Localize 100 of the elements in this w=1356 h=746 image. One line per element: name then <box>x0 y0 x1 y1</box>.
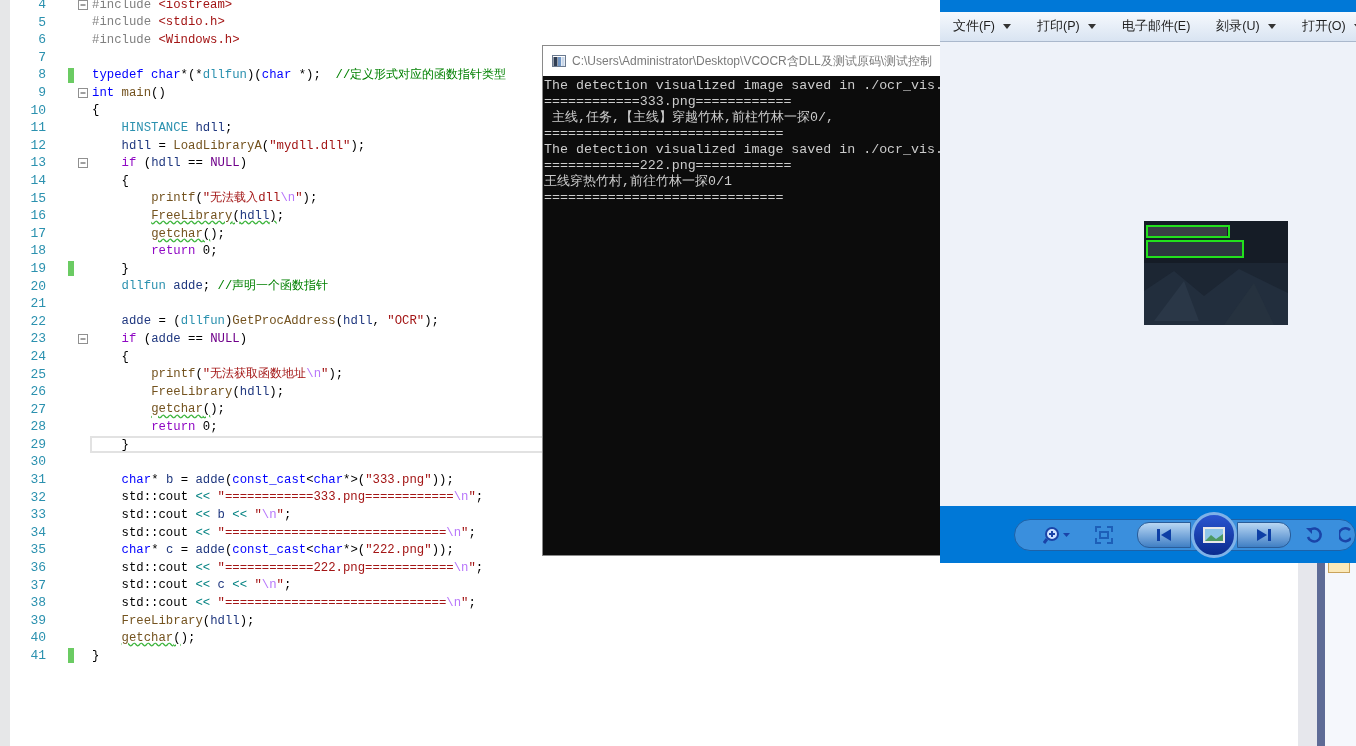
code-line: std::cout << c << "\n"; <box>121 577 292 594</box>
line-number: 15 <box>29 189 46 208</box>
toolbox-icon[interactable] <box>1328 562 1350 573</box>
line-number: 11 <box>29 119 46 138</box>
console-output-line: 王线穿热竹村,前往竹林一探0/1 <box>543 174 733 190</box>
line-number: 40 <box>29 629 46 648</box>
collapse-icon[interactable] <box>78 334 88 345</box>
code-line: } <box>121 436 129 453</box>
code-line: FreeLibrary(hdll); <box>151 207 285 224</box>
code-line: { <box>121 172 129 189</box>
code-line: char* c = adde(const_cast<char*>("222.png")); <box>121 542 454 559</box>
line-number: 4 <box>37 0 46 15</box>
code-line: } <box>92 647 100 664</box>
menu-item[interactable]: 打开(O) <box>1298 17 1356 36</box>
console-output-line: ============================== <box>543 190 785 206</box>
line-number: 24 <box>29 347 46 366</box>
rotate-right-icon[interactable] <box>1339 525 1351 544</box>
console-output-line: ============333.png============ <box>543 94 793 110</box>
line-number: 32 <box>29 488 46 507</box>
slideshow-button[interactable] <box>1191 511 1237 558</box>
next-button[interactable] <box>1237 521 1291 548</box>
line-number: 18 <box>29 242 46 261</box>
collapse-icon[interactable] <box>78 0 88 10</box>
code-line: #include <Windows.h> <box>92 32 240 48</box>
line-number: 17 <box>29 224 46 243</box>
previous-icon <box>1156 527 1172 542</box>
code-line: { <box>92 102 100 119</box>
code-line: std::cout << "==============================\n"; <box>121 595 476 611</box>
code-line: std::cout << "==============================\n"; <box>121 524 476 541</box>
line-number: 23 <box>29 330 46 349</box>
line-number: 28 <box>29 418 46 437</box>
menu-item[interactable]: 电子邮件(E) <box>1118 17 1194 36</box>
line-number: 34 <box>29 523 46 542</box>
code-line: hdll = LoadLibraryA("mydll.dll"); <box>121 137 366 154</box>
line-number: 14 <box>29 172 46 190</box>
line-number: 26 <box>29 383 46 402</box>
collapse-icon[interactable] <box>78 87 88 98</box>
code-line: return 0; <box>151 419 218 436</box>
line-number: 41 <box>29 647 46 665</box>
collapse-icon[interactable] <box>78 158 88 169</box>
code-line: { <box>121 348 129 365</box>
line-number: 30 <box>29 453 46 472</box>
zoom-icon[interactable] <box>1043 525 1073 544</box>
line-number: 25 <box>29 365 46 384</box>
console-output-line: The detection visualized image saved in ./ocr_vis. <box>543 142 941 158</box>
code-line: if (hdll == NULL) <box>121 155 248 172</box>
code-line: #include <stdio.h> <box>92 14 225 31</box>
fit-window-icon[interactable] <box>1095 525 1113 544</box>
menu-item[interactable]: 打印(P) <box>1033 17 1099 36</box>
line-number: 8 <box>37 66 46 85</box>
previous-button[interactable] <box>1137 521 1191 548</box>
code-line: FreeLibrary(hdll); <box>121 612 255 629</box>
menu-item[interactable]: 文件(F) <box>950 17 1014 36</box>
line-number: 21 <box>29 295 46 314</box>
line-number: 9 <box>37 84 46 102</box>
code-line: FreeLibrary(hdll); <box>151 383 285 400</box>
line-number: 6 <box>37 31 46 50</box>
code-line: std::cout << "============333.png============\n"; <box>121 489 484 506</box>
line-number: 7 <box>37 48 46 67</box>
console-icon <box>552 55 566 67</box>
code-line: dllfun adde; //声明一个函数指针 <box>121 278 329 295</box>
code-line: return 0; <box>151 243 218 260</box>
line-number: 20 <box>29 277 46 296</box>
rotate-left-icon[interactable] <box>1305 525 1323 544</box>
code-line: if (adde == NULL) <box>121 331 248 348</box>
menu-item[interactable]: 刻录(U) <box>1213 17 1279 36</box>
code-line: std::cout << b << "\n"; <box>121 507 292 523</box>
line-number: 10 <box>29 101 46 120</box>
code-line: HINSTANCE hdll; <box>121 119 233 136</box>
line-number: 29 <box>29 435 46 454</box>
code-line: char* b = adde(const_cast<char*>("333.png")); <box>121 471 454 488</box>
line-number: 16 <box>29 207 46 226</box>
code-line: typedef char*(*dllfun)(char *); //定义形式对应的函数指针类型 <box>92 67 507 84</box>
line-number: 12 <box>29 136 46 155</box>
code-line: adde = (dllfun)GetProcAddress(hdll, "OCR"); <box>121 313 439 330</box>
line-number: 38 <box>29 594 46 613</box>
code-line: int main() <box>92 84 166 101</box>
code-line: getchar(); <box>151 225 225 242</box>
line-number: 13 <box>29 154 46 173</box>
line-number: 35 <box>29 541 46 560</box>
line-number: 27 <box>29 400 46 419</box>
console-output-line: 主线,任务,【主线】穿越竹林,前柱竹林一探0/, <box>550 110 835 126</box>
line-number: 22 <box>29 312 46 331</box>
window-title: C:\Users\Administrator\Desktop\VCOCR含DLL及测试原码\测试控制 <box>572 53 933 70</box>
line-number: 5 <box>37 13 46 32</box>
next-icon <box>1256 527 1272 542</box>
code-line: std::cout << "============222.png============\n"; <box>121 559 484 576</box>
line-number: 36 <box>29 559 46 578</box>
console-output-line: ============================== <box>543 126 785 142</box>
picture-icon <box>1203 526 1225 543</box>
code-line: getchar(); <box>121 630 196 647</box>
line-number: 33 <box>29 506 46 525</box>
code-line: printf("无法载入dll\n"); <box>151 190 318 207</box>
line-number: 19 <box>29 259 46 278</box>
console-output-line: The detection visualized image saved in ./ocr_vis. <box>543 78 941 94</box>
code-line: printf("无法获取函数地址\n"); <box>151 366 344 383</box>
console-output-line: ============222.png============ <box>543 158 793 174</box>
line-number: 39 <box>29 611 46 630</box>
line-number: 31 <box>29 471 46 490</box>
line-number: 37 <box>29 576 46 595</box>
